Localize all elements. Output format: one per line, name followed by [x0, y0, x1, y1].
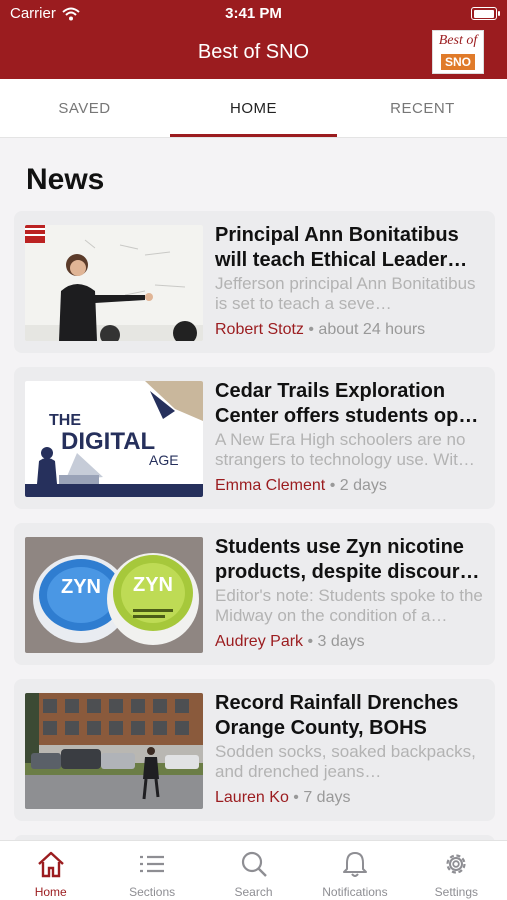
tabbar-home[interactable]: Home [0, 841, 101, 900]
article-card[interactable]: Record Rainfall Drenches Orange County, … [14, 679, 495, 821]
article-thumbnail-teacher [25, 225, 203, 341]
tabbar-notifications-label: Notifications [322, 885, 388, 899]
article-card[interactable]: ZYN ZYN Students use Zyn nicotine produc… [14, 523, 495, 665]
section-title: News [26, 163, 105, 196]
article-author[interactable]: Audrey Park [215, 633, 303, 650]
status-bar: Carrier 3:41 PM [0, 0, 507, 28]
app-header: Best of SNO Best of SNO [0, 28, 507, 79]
article-meta: Robert Stotz • about 24 hours [215, 321, 483, 339]
tabbar-settings[interactable]: Settings [406, 841, 507, 900]
article-meta: Lauren Ko • 7 days [215, 789, 483, 807]
article-meta: Emma Clement • 2 days [215, 477, 483, 495]
tabbar-search[interactable]: Search [203, 841, 304, 900]
article-author[interactable]: Emma Clement [215, 477, 325, 494]
home-icon [37, 851, 64, 878]
article-meta: Audrey Park • 3 days [215, 633, 483, 651]
thumb-text-age: AGE [149, 452, 179, 468]
tabbar-home-label: Home [34, 885, 67, 899]
article-summary: A New Era High schoolers are no stranger… [215, 430, 475, 469]
thumb-text-digital: DIGITAL [61, 428, 155, 455]
tab-saved[interactable]: SAVED [0, 79, 169, 137]
bell-icon [342, 852, 367, 877]
tabbar-notifications[interactable]: Notifications [304, 841, 405, 900]
tab-home[interactable]: HOME [169, 79, 338, 137]
thumb-text-the: THE [49, 412, 81, 429]
article-summary: Jefferson principal Ann Bonitatibus is s… [215, 274, 476, 313]
article-time: • 3 days [303, 633, 365, 650]
tab-recent[interactable]: RECENT [338, 79, 507, 137]
battery-icon [471, 7, 500, 20]
article-author[interactable]: Robert Stotz [215, 321, 304, 338]
bottom-tab-bar: Home Sections Search Notifications Setti… [0, 840, 507, 900]
article-headline: Principal Ann Bonitatibus will teach Eth… [215, 224, 468, 271]
tabbar-settings-label: Settings [434, 885, 478, 899]
article-author[interactable]: Lauren Ko [215, 789, 289, 806]
article-time: • 2 days [325, 477, 387, 494]
top-tab-bar: SAVED HOME RECENT [0, 79, 507, 138]
app-logo[interactable]: Best of SNO [432, 30, 484, 74]
article-time: • 7 days [288, 789, 351, 806]
tabbar-search-label: Search [234, 885, 273, 899]
thumb-text-zyn-green: ZYN [133, 574, 173, 596]
logo-text-bottom: SNO [441, 54, 475, 70]
tabbar-sections-label: Sections [129, 885, 176, 899]
article-thumbnail-zyn: ZYN ZYN [25, 537, 203, 653]
tabbar-sections[interactable]: Sections [101, 841, 202, 900]
search-icon [241, 851, 267, 877]
article-card[interactable]: THE DIGITAL AGE Cedar Trails Exploration… [14, 367, 495, 509]
article-headline: Cedar Trails Exploration Center offers s… [215, 380, 479, 427]
article-headline: Record Rainfall Drenches Orange County, … [215, 692, 459, 739]
logo-text-top: Best of [438, 33, 478, 48]
article-headline: Students use Zyn nicotine products, desp… [215, 536, 480, 583]
article-thumbnail-rain [25, 693, 203, 809]
thumb-text-zyn-blue: ZYN [61, 576, 101, 598]
article-time: • about 24 hours [303, 321, 426, 338]
article-summary: Editor's note: Students spoke to the Mid… [215, 586, 483, 625]
article-card[interactable]: Principal Ann Bonitatibus will teach Eth… [14, 211, 495, 353]
gear-icon [446, 854, 466, 874]
list-icon [140, 855, 165, 873]
article-thumbnail-digital-age: THE DIGITAL AGE [25, 381, 203, 497]
app-title: Best of SNO [197, 41, 310, 63]
clock: 3:41 PM [225, 5, 282, 22]
article-summary: Sodden socks, soaked backpacks, and dren… [215, 742, 476, 781]
